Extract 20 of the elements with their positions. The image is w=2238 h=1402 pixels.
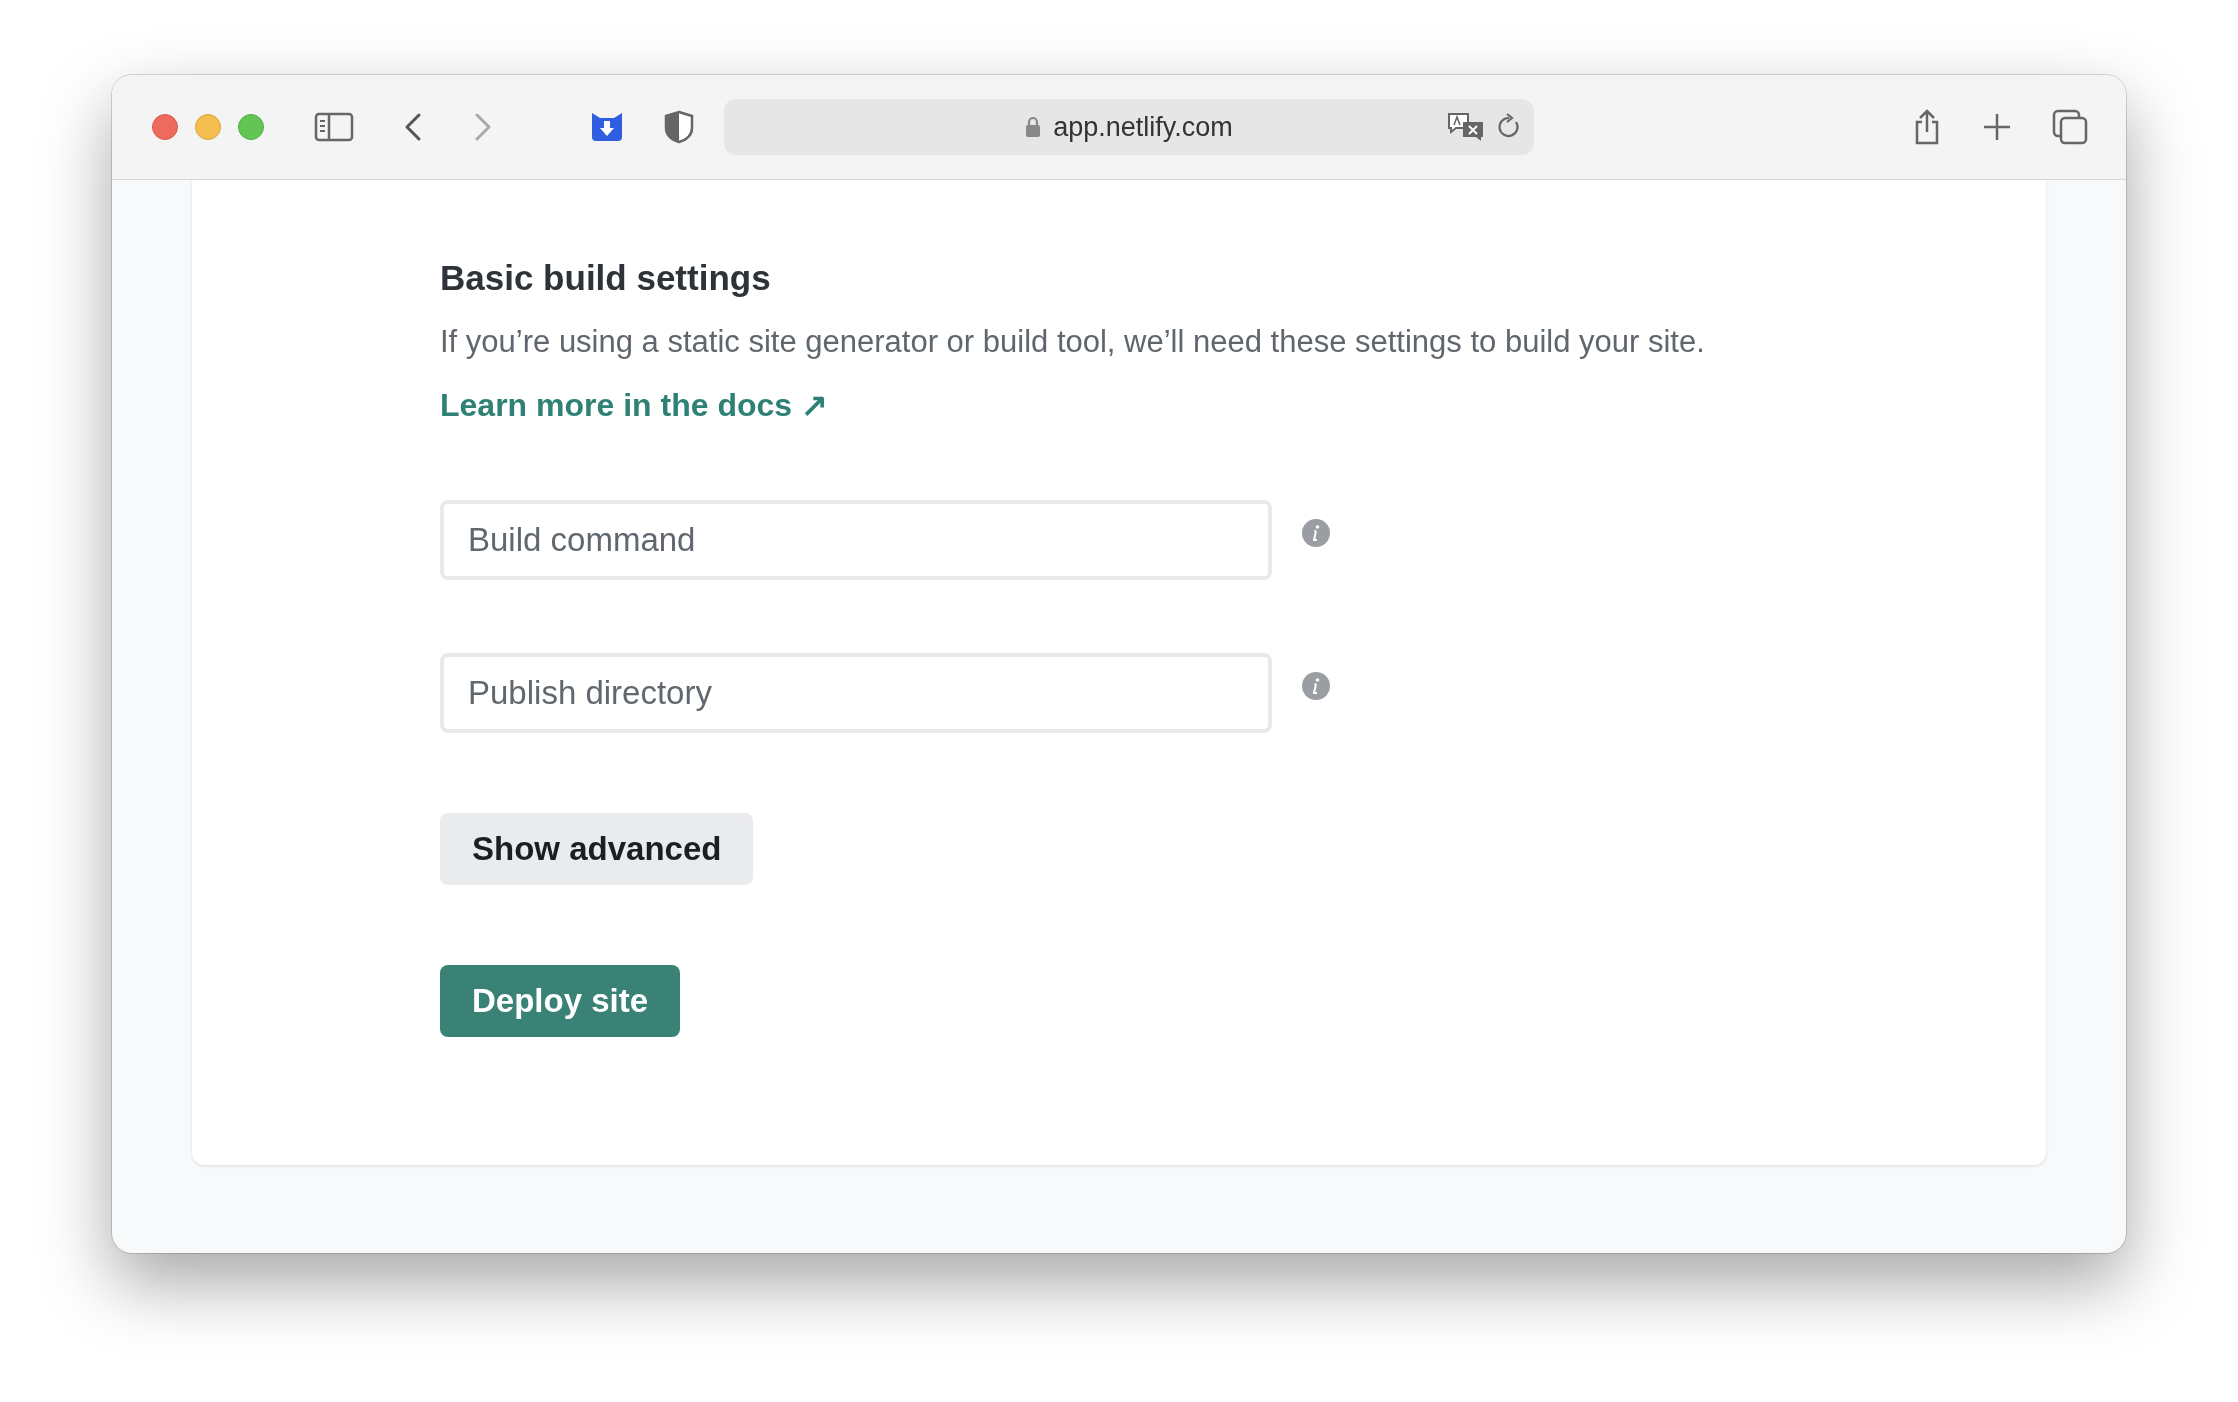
docs-link[interactable]: Learn more in the docs ↗ xyxy=(440,386,828,424)
section-title: Basic build settings xyxy=(440,258,772,298)
sidebar-icon[interactable] xyxy=(314,112,354,142)
advanced-button[interactable]: Show advanced xyxy=(440,813,754,885)
info-icon[interactable] xyxy=(1302,672,1330,700)
plus-icon[interactable] xyxy=(1982,112,2012,142)
address-bar[interactable]: app.netlify.com xyxy=(724,99,1534,155)
info-icon[interactable] xyxy=(1302,519,1330,547)
tabs-icon[interactable] xyxy=(2052,109,2088,145)
shield-icon[interactable] xyxy=(664,110,694,144)
close-button[interactable] xyxy=(152,114,178,140)
input-field[interactable]: Publish directory xyxy=(440,653,1272,733)
back-icon[interactable] xyxy=(404,112,422,142)
lock-icon xyxy=(1025,116,1042,138)
deploy-button[interactable]: Deploy site xyxy=(440,965,681,1037)
translate-icon[interactable] xyxy=(1446,111,1486,143)
url-text: app.netlify.com xyxy=(1053,111,1233,143)
extension-icon[interactable] xyxy=(590,111,624,143)
section-description: If you’re using a static site generator or build tool, we’ll need these settings to build your site. xyxy=(440,324,1706,360)
input-field[interactable]: Build command xyxy=(440,500,1272,580)
